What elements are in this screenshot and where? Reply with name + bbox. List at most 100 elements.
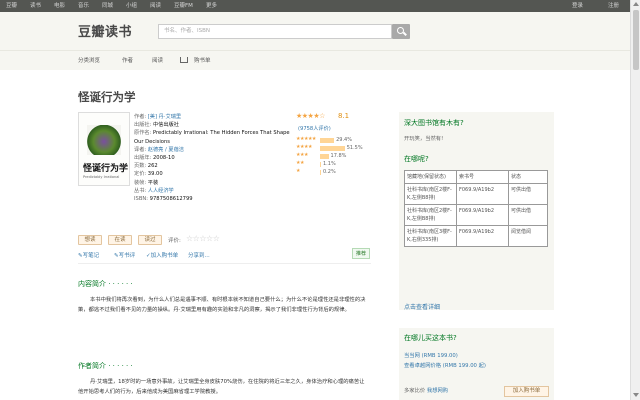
- share-link[interactable]: 分享到...: [188, 251, 210, 259]
- table-row: 社科书库(南区3楼F-K,右侧335排) F069.9/A19b2 阅览借阅: [404, 225, 548, 247]
- search-button[interactable]: [392, 24, 410, 39]
- subnav-author[interactable]: 作者: [122, 51, 133, 71]
- scrollbar[interactable]: [630, 0, 640, 400]
- rating-row-stars: ★★★★: [296, 144, 312, 150]
- cover-art: [87, 125, 121, 155]
- rating-row: ★★★★ 51.5%: [296, 144, 376, 151]
- rating-row-stars: ★★★★★: [296, 136, 316, 142]
- rating-row: ★ 0.2%: [296, 168, 376, 175]
- rate-stars[interactable]: ☆☆☆☆☆: [186, 234, 220, 243]
- rating-bar: [320, 146, 345, 151]
- rating-count[interactable]: (9758人评价): [298, 125, 331, 132]
- author-intro-title: 作者简介 · · · · · ·: [78, 362, 133, 370]
- book-info: 作者: [美] 丹·艾瑞里 出版社: 中信出版社 原作名: Predictably …: [134, 113, 294, 203]
- col-callno: 索书号: [456, 170, 509, 184]
- library-panel: 深大图书馆有木有? 开玩笑，当然有! 在哪呢? 馆藏地(保留状态) 索书号 状态…: [399, 112, 554, 311]
- rate-label: 评价:: [168, 238, 181, 244]
- write-note-link[interactable]: ✎写笔记: [78, 251, 99, 259]
- info-row: 译者: 赵德亮 / 夏蓓洁: [134, 146, 184, 153]
- info-value: 39.00: [147, 171, 163, 178]
- rating-score: 8.1: [338, 112, 350, 120]
- nav-music[interactable]: 音乐: [78, 0, 89, 12]
- login-link[interactable]: 登录: [572, 0, 583, 12]
- write-review-link[interactable]: ✎写书评: [114, 251, 135, 259]
- nav-fm[interactable]: 豆瓣FM: [174, 0, 193, 12]
- cover-subtitle: Predictably Irrational: [83, 175, 120, 179]
- nav-movie[interactable]: 电影: [54, 0, 65, 12]
- nav-douban[interactable]: 豆瓣: [6, 0, 17, 12]
- divider: [78, 263, 371, 264]
- buy-title: 在哪儿买这本书?: [404, 334, 457, 342]
- book-cover[interactable]: 怪诞行为学 Predictably Irrational: [78, 112, 130, 186]
- info-value: 9787508612799: [149, 196, 193, 203]
- subnav-cart[interactable]: 购书单: [194, 51, 211, 71]
- rating-row-stars: ★: [296, 168, 300, 174]
- nav-more[interactable]: 更多: [206, 0, 217, 12]
- want-to-read-button[interactable]: 想读: [78, 235, 102, 245]
- subnav-read[interactable]: 阅读: [152, 51, 163, 71]
- info-row: 出版社: 中信出版社: [134, 122, 179, 129]
- rating-bar: [320, 138, 335, 143]
- rating-bar: [320, 162, 321, 167]
- add-to-list-link[interactable]: ✓加入购书单: [146, 251, 178, 259]
- info-row: 装帧: 平装: [134, 179, 159, 186]
- reading-button[interactable]: 在读: [108, 235, 132, 245]
- scroll-thumb[interactable]: [633, 10, 639, 70]
- rating-row: ★★★★★ 29.4%: [296, 136, 376, 143]
- nav-local[interactable]: 同城: [102, 0, 113, 12]
- cover-title: 怪诞行为学: [83, 164, 129, 174]
- info-row: 页数: 262: [134, 163, 158, 170]
- subnav-browse[interactable]: 分类浏览: [78, 51, 100, 71]
- scroll-down-icon[interactable]: [633, 393, 639, 397]
- site-logo[interactable]: 豆瓣读书: [78, 21, 132, 40]
- holdings-table: 馆藏地(保留状态) 索书号 状态 社科书库(南区2楼F-K,左侧B8排) F06…: [404, 170, 548, 247]
- info-value: Predictably Irrational: The Hidden Force…: [134, 130, 290, 145]
- store-dangdang-link[interactable]: 当当网 (RMB 199.00): [404, 351, 458, 359]
- search-input[interactable]: 书名、作者、ISBN: [158, 24, 392, 39]
- view-details-link[interactable]: 点击查看详细: [404, 302, 440, 311]
- rating-row: ★★★ 17.8%: [296, 152, 376, 159]
- compare-label: 多家比价 我想网购: [404, 388, 449, 394]
- table-row: 社科书库(南区2楼F-K,左侧B8排) F069.9/A19b2 可供出借: [404, 204, 548, 226]
- info-row: 定价: 39.00: [134, 171, 163, 178]
- top-navbar: 豆瓣 读书 电影 音乐 同城 小组 阅读 豆瓣FM 更多 登录 注册: [0, 0, 630, 12]
- intro-title: 内容简介 · · · · · ·: [78, 280, 133, 288]
- info-value: 2008-10: [152, 155, 175, 162]
- scroll-up-icon[interactable]: [633, 2, 639, 6]
- library-status: 开玩笑，当然有!: [404, 136, 444, 142]
- table-row: 社科书库(南区2楼F-K,左侧B8排) F069.9/A19b2 可供出借: [404, 183, 548, 205]
- info-link[interactable]: 赵德亮 / 夏蓓洁: [148, 147, 184, 153]
- info-link[interactable]: [美] 丹·艾瑞里: [148, 114, 181, 120]
- info-row: 作者: [美] 丹·艾瑞里: [134, 114, 182, 120]
- info-row: 原作名: Predictably Irrational: The Hidden …: [134, 130, 290, 145]
- intro-text: 本书中我们将再次看到，为什么人们总是遇事不顺、有时根本就不知道自己要什么；为什么…: [78, 297, 366, 313]
- cart-icon: [180, 57, 188, 63]
- read-button[interactable]: 读过: [138, 235, 162, 245]
- register-link[interactable]: 注册: [608, 0, 619, 12]
- info-value: 262: [147, 163, 158, 170]
- rating-row-stars: ★★: [296, 160, 304, 166]
- rating-percent: 51.5%: [346, 145, 363, 151]
- author-intro-text: 丹·艾瑞里，18岁时的一场意外事故，让艾瑞里全身皮肤70%烧伤，在住院的将近三年…: [78, 379, 365, 395]
- info-row: 丛书: 人人经济学: [134, 187, 174, 194]
- compare-link[interactable]: 我想网购: [427, 388, 448, 394]
- rating-panel: ★★★★☆ 8.1 (9758人评价) ★★★★★ 29.4% ★★★★ 51.5% ★…: [296, 112, 376, 175]
- recommend-button[interactable]: 推荐: [352, 248, 371, 259]
- nav-group[interactable]: 小组: [126, 0, 137, 12]
- info-link[interactable]: 人人经济学: [148, 188, 174, 194]
- rating-bar: [320, 154, 329, 159]
- where-title: 在哪呢?: [404, 155, 429, 163]
- book-title: 怪诞行为学: [78, 90, 136, 104]
- nav-read[interactable]: 阅读: [150, 0, 161, 12]
- rating-row: ★★ 1.1%: [296, 160, 376, 167]
- rating-bar: [320, 170, 321, 175]
- nav-book[interactable]: 读书: [30, 0, 41, 12]
- store-amazon-link[interactable]: 查看卓越网价格 (RMB 199.00 起): [404, 361, 486, 369]
- add-to-cart-button[interactable]: 加入购书单: [504, 386, 549, 397]
- info-row: 出版年: 2008-10: [134, 155, 175, 162]
- rating-row-stars: ★★★: [296, 152, 308, 158]
- rating-percent: 17.8%: [330, 153, 347, 159]
- col-status: 状态: [508, 170, 548, 184]
- sub-navbar: 分类浏览 作者 阅读 购书单: [0, 50, 630, 70]
- info-value: 中信出版社: [152, 122, 179, 129]
